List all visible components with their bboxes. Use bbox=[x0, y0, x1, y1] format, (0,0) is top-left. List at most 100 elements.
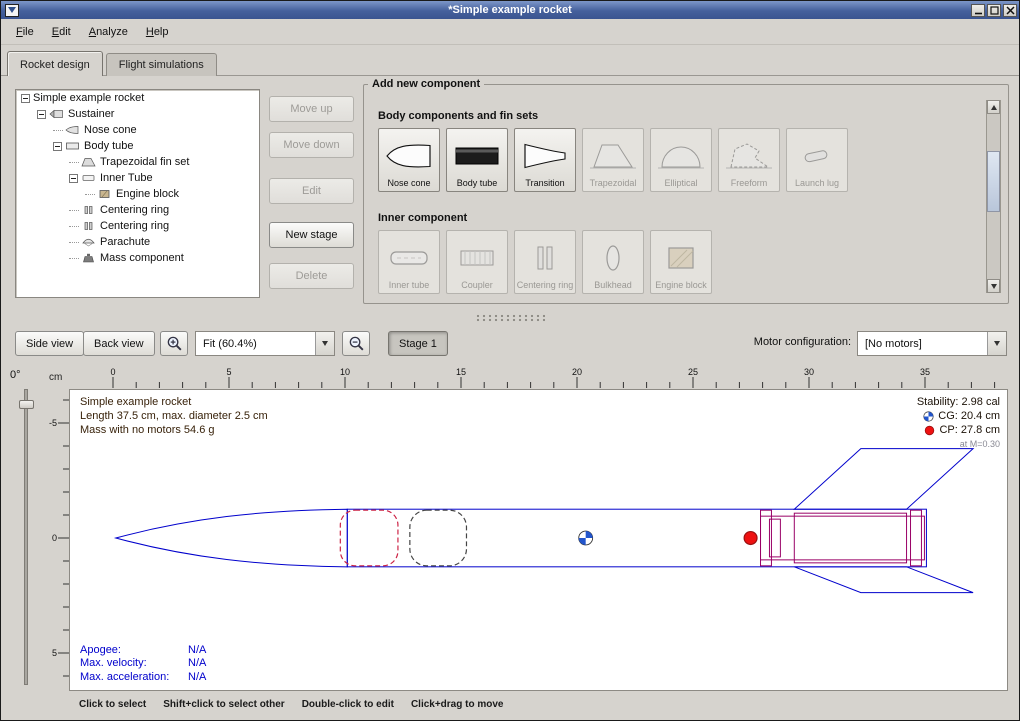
rotation-slider[interactable] bbox=[24, 389, 28, 685]
rocket-mass: Mass with no motors 54.6 g bbox=[80, 423, 268, 437]
tree-item-centering-ring[interactable]: Centering ring bbox=[16, 218, 259, 234]
svg-text:5: 5 bbox=[226, 367, 231, 377]
move-up-button[interactable]: Move up bbox=[269, 96, 354, 122]
app-window: *Simple example rocket FileEditAnalyzeHe… bbox=[0, 0, 1020, 721]
tab-flight-simulations[interactable]: Flight simulations bbox=[106, 53, 217, 76]
bodytube-icon bbox=[451, 133, 503, 178]
rotation-slider-thumb[interactable] bbox=[19, 400, 34, 409]
back-view-button[interactable]: Back view bbox=[83, 331, 155, 356]
engineblock-icon bbox=[655, 235, 707, 280]
tree-item-trapezoidal-fin-set[interactable]: Trapezoidal fin set bbox=[16, 154, 259, 170]
tree-item-inner-tube[interactable]: Inner Tube bbox=[16, 170, 259, 186]
motor-select-arrow[interactable] bbox=[987, 332, 1006, 355]
tree-collapse-icon[interactable] bbox=[53, 142, 62, 151]
tree-collapse-icon[interactable] bbox=[69, 174, 78, 183]
title-bar[interactable]: *Simple example rocket bbox=[1, 1, 1019, 19]
zoom-select[interactable]: Fit (60.4%) bbox=[195, 331, 335, 356]
tree-item-parachute[interactable]: Parachute bbox=[16, 234, 259, 250]
component-button-label: Transition bbox=[525, 178, 564, 188]
tree-action-buttons: Move up Move down Edit New stage Delete bbox=[269, 89, 354, 299]
tree-item-simple-example-rocket[interactable]: Simple example rocket bbox=[16, 90, 259, 106]
component-button-label: Coupler bbox=[461, 280, 493, 290]
tree-item-nose-cone[interactable]: Nose cone bbox=[16, 122, 259, 138]
tree-branch-line bbox=[69, 162, 79, 163]
tree-collapse-icon[interactable] bbox=[37, 110, 46, 119]
svg-text:-5: -5 bbox=[49, 418, 57, 428]
add-trapezoidal-button[interactable]: Trapezoidal bbox=[582, 128, 644, 192]
flight-data: Apogee:N/AMax. velocity:N/AMax. accelera… bbox=[80, 644, 206, 685]
rocket-canvas[interactable]: Simple example rocket Length 37.5 cm, ma… bbox=[69, 389, 1008, 691]
nosecone-icon bbox=[65, 125, 80, 135]
tree-item-mass-component[interactable]: Mass component bbox=[16, 250, 259, 266]
tree-collapse-icon[interactable] bbox=[21, 94, 30, 103]
tree-item-label: Trapezoidal fin set bbox=[100, 156, 189, 168]
menu-edit[interactable]: Edit bbox=[43, 22, 80, 42]
zoom-in-button[interactable] bbox=[160, 331, 188, 356]
window-title: *Simple example rocket bbox=[1, 4, 1019, 16]
scroll-down-button[interactable] bbox=[987, 279, 1000, 293]
add-launch-lug-button[interactable]: Launch lug bbox=[786, 128, 848, 192]
svg-text:0: 0 bbox=[52, 533, 57, 543]
pane-splitter[interactable] bbox=[1, 310, 1019, 325]
svg-text:30: 30 bbox=[804, 367, 814, 377]
move-down-button[interactable]: Move down bbox=[269, 132, 354, 158]
menu-file[interactable]: File bbox=[7, 22, 43, 42]
minimize-button[interactable] bbox=[971, 4, 985, 17]
new-stage-button[interactable]: New stage bbox=[269, 222, 354, 248]
add-engine-block-button[interactable]: Engine block bbox=[650, 230, 712, 294]
add-centering-ring-button[interactable]: Centering ring bbox=[514, 230, 576, 294]
component-button-label: Centering ring bbox=[517, 280, 574, 290]
tree-branch-line bbox=[69, 258, 79, 259]
menu-help[interactable]: Help bbox=[137, 22, 178, 42]
tree-item-label: Centering ring bbox=[100, 220, 169, 232]
body-tube-outline bbox=[347, 509, 926, 567]
add-coupler-button[interactable]: Coupler bbox=[446, 230, 508, 294]
add-nose-cone-button[interactable]: Nose cone bbox=[378, 128, 440, 192]
centeringring-icon bbox=[81, 205, 96, 215]
tree-item-body-tube[interactable]: Body tube bbox=[16, 138, 259, 154]
component-button-label: Body tube bbox=[457, 178, 498, 188]
tree-item-centering-ring[interactable]: Centering ring bbox=[16, 202, 259, 218]
zoom-select-arrow[interactable] bbox=[315, 332, 334, 355]
nose-cone-outline bbox=[116, 509, 347, 567]
component-tree[interactable]: Simple example rocketSustainerNose coneB… bbox=[15, 89, 260, 298]
freeform-icon bbox=[723, 133, 775, 178]
component-button-label: Elliptical bbox=[664, 178, 697, 188]
scrollbar-thumb[interactable] bbox=[987, 151, 1000, 212]
tree-branch-line bbox=[69, 210, 79, 211]
cp-marker bbox=[744, 532, 757, 545]
zoom-out-button[interactable] bbox=[342, 331, 370, 356]
add-body-tube-button[interactable]: Body tube bbox=[446, 128, 508, 192]
motor-configuration-select[interactable]: [No motors] bbox=[857, 331, 1007, 356]
close-button[interactable] bbox=[1003, 4, 1017, 17]
svg-text:25: 25 bbox=[688, 367, 698, 377]
component-scrollbar[interactable] bbox=[986, 100, 1001, 293]
add-freeform-button[interactable]: Freeform bbox=[718, 128, 780, 192]
tree-item-sustainer[interactable]: Sustainer bbox=[16, 106, 259, 122]
motor-configuration-label: Motor configuration: bbox=[754, 336, 851, 348]
stage-1-toggle[interactable]: Stage 1 bbox=[388, 331, 448, 356]
design-panel: Simple example rocketSustainerNose coneB… bbox=[1, 76, 1019, 311]
maximize-button[interactable] bbox=[987, 4, 1001, 17]
add-elliptical-button[interactable]: Elliptical bbox=[650, 128, 712, 192]
vertical-ruler: -505 bbox=[49, 389, 69, 691]
delete-button[interactable]: Delete bbox=[269, 263, 354, 289]
edit-button[interactable]: Edit bbox=[269, 178, 354, 204]
rocket-dimensions: Length 37.5 cm, max. diameter 2.5 cm bbox=[80, 409, 268, 423]
add-transition-button[interactable]: Transition bbox=[514, 128, 576, 192]
component-button-label: Nose cone bbox=[387, 178, 430, 188]
component-button-label: Bulkhead bbox=[594, 280, 632, 290]
add-bulkhead-button[interactable]: Bulkhead bbox=[582, 230, 644, 294]
cp-value: CP: 27.8 cm bbox=[939, 423, 1000, 437]
status-hint: Shift+click to select other bbox=[163, 699, 284, 720]
tab-rocket-design[interactable]: Rocket design bbox=[7, 51, 103, 76]
scroll-up-button[interactable] bbox=[987, 100, 1000, 114]
menu-analyze[interactable]: Analyze bbox=[80, 22, 137, 42]
component-button-label: Launch lug bbox=[795, 178, 839, 188]
tree-item-engine-block[interactable]: Engine block bbox=[16, 186, 259, 202]
side-view-button[interactable]: Side view bbox=[15, 331, 84, 356]
add-inner-tube-button[interactable]: Inner tube bbox=[378, 230, 440, 294]
component-group-label: Inner component bbox=[378, 212, 467, 224]
arrow-down-icon bbox=[991, 284, 997, 289]
flight-data-label: Apogee: bbox=[80, 644, 188, 658]
